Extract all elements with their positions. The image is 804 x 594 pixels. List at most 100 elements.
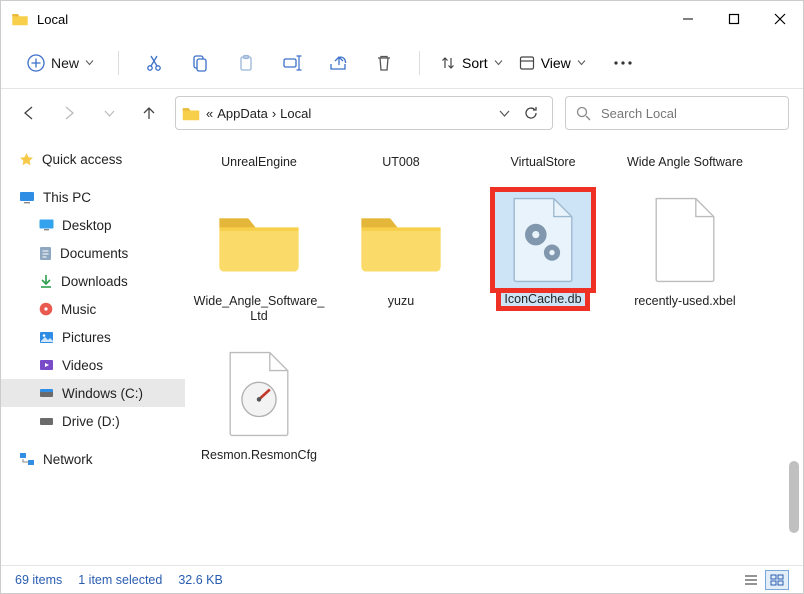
- folder-item[interactable]: Wide Angle Software: [617, 147, 753, 172]
- address-bar[interactable]: « AppData › Local: [175, 96, 553, 130]
- paste-button[interactable]: [227, 45, 265, 81]
- item-label: IconCache.db: [498, 290, 587, 309]
- chevron-right-icon: ›: [272, 106, 276, 121]
- desktop-icon: [39, 219, 54, 231]
- file-blank-icon: [649, 195, 721, 285]
- file-grid: UnrealEngine UT008 VirtualStore Wide Ang…: [185, 137, 803, 565]
- up-button[interactable]: [135, 99, 163, 127]
- videos-icon: [39, 359, 54, 371]
- copy-button[interactable]: [181, 45, 219, 81]
- item-label: UnrealEngine: [221, 155, 297, 170]
- pc-icon: [19, 191, 35, 204]
- item-label: Wide_Angle_Software_Ltd: [193, 294, 325, 324]
- sidebar-label: Network: [43, 452, 93, 467]
- sidebar-drive-d[interactable]: Drive (D:): [1, 407, 185, 435]
- sidebar-label: Windows (C:): [62, 386, 143, 401]
- file-item[interactable]: recently-used.xbel: [617, 186, 753, 326]
- folder-item[interactable]: VirtualStore: [475, 147, 611, 172]
- sidebar-pictures[interactable]: Pictures: [1, 323, 185, 351]
- rename-button[interactable]: [273, 45, 311, 81]
- divider: [118, 51, 119, 75]
- sidebar-drive-c[interactable]: Windows (C:): [1, 379, 185, 407]
- sidebar-label: Videos: [62, 358, 103, 373]
- status-size: 32.6 KB: [178, 573, 222, 587]
- toolbar: New Sort View: [1, 37, 803, 89]
- close-button[interactable]: [757, 1, 803, 37]
- title-bar: Local: [1, 1, 803, 37]
- documents-icon: [39, 246, 52, 261]
- crumb-prefix[interactable]: «: [206, 106, 213, 121]
- item-label: Wide Angle Software: [627, 155, 743, 170]
- more-button[interactable]: [604, 45, 642, 81]
- crumb-local[interactable]: Local: [280, 106, 311, 121]
- sidebar-label: Music: [61, 302, 96, 317]
- cut-button[interactable]: [135, 45, 173, 81]
- drive-icon: [39, 388, 54, 399]
- item-label: recently-used.xbel: [634, 294, 735, 309]
- details-view-button[interactable]: [739, 570, 763, 590]
- sidebar-quick-access[interactable]: Quick access: [1, 145, 185, 173]
- sidebar-documents[interactable]: Documents: [1, 239, 185, 267]
- window-title: Local: [37, 12, 665, 27]
- crumb-appdata[interactable]: AppData: [217, 106, 268, 121]
- sidebar-label: Pictures: [62, 330, 111, 345]
- status-selected: 1 item selected: [78, 573, 162, 587]
- folder-large-icon: [214, 204, 304, 276]
- delete-button[interactable]: [365, 45, 403, 81]
- sort-label: Sort: [462, 55, 488, 71]
- chevron-down-icon[interactable]: [499, 108, 510, 119]
- view-button[interactable]: View: [515, 49, 590, 77]
- view-icon: [519, 55, 535, 71]
- folder-item[interactable]: Wide_Angle_Software_Ltd: [191, 186, 327, 326]
- sidebar-label: Desktop: [62, 218, 112, 233]
- chevron-down-icon: [494, 58, 503, 67]
- folder-item[interactable]: yuzu: [333, 186, 469, 326]
- share-button[interactable]: [319, 45, 357, 81]
- sidebar-label: Documents: [60, 246, 128, 261]
- refresh-button[interactable]: [516, 105, 546, 121]
- new-button[interactable]: New: [19, 48, 102, 78]
- sidebar-this-pc[interactable]: This PC: [1, 183, 185, 211]
- chevron-down-icon: [85, 58, 94, 67]
- item-label: UT008: [382, 155, 420, 170]
- file-item-iconcache[interactable]: IconCache.db: [475, 186, 611, 326]
- scrollbar-thumb[interactable]: [789, 461, 799, 533]
- forward-button[interactable]: [55, 99, 83, 127]
- status-count: 69 items: [15, 573, 62, 587]
- icons-view-button[interactable]: [765, 570, 789, 590]
- sidebar-downloads[interactable]: Downloads: [1, 267, 185, 295]
- item-label: VirtualStore: [510, 155, 575, 170]
- star-icon: [19, 152, 34, 167]
- file-item[interactable]: Resmon.ResmonCfg: [191, 340, 327, 465]
- search-placeholder: Search Local: [601, 106, 677, 121]
- folder-item[interactable]: UnrealEngine: [191, 147, 327, 172]
- folder-item[interactable]: UT008: [333, 147, 469, 172]
- sidebar-label: This PC: [43, 190, 91, 205]
- new-label: New: [51, 55, 79, 71]
- sort-button[interactable]: Sort: [436, 49, 507, 77]
- sidebar-label: Downloads: [61, 274, 128, 289]
- nav-row: « AppData › Local Search Local: [1, 89, 803, 137]
- sidebar-music[interactable]: Music: [1, 295, 185, 323]
- folder-icon: [11, 12, 29, 26]
- network-icon: [19, 452, 35, 466]
- file-gauge-icon: [223, 349, 295, 439]
- sidebar-desktop[interactable]: Desktop: [1, 211, 185, 239]
- back-button[interactable]: [15, 99, 43, 127]
- plus-circle-icon: [27, 54, 45, 72]
- item-label: yuzu: [388, 294, 414, 309]
- downloads-icon: [39, 274, 53, 289]
- sidebar-network[interactable]: Network: [1, 445, 185, 473]
- minimize-button[interactable]: [665, 1, 711, 37]
- pictures-icon: [39, 331, 54, 344]
- chevron-down-icon: [577, 58, 586, 67]
- divider: [419, 51, 420, 75]
- maximize-button[interactable]: [711, 1, 757, 37]
- sidebar-videos[interactable]: Videos: [1, 351, 185, 379]
- view-label: View: [541, 55, 571, 71]
- music-icon: [39, 302, 53, 316]
- search-input[interactable]: Search Local: [565, 96, 789, 130]
- sort-icon: [440, 55, 456, 71]
- folder-icon: [182, 106, 200, 121]
- recent-dropdown[interactable]: [95, 99, 123, 127]
